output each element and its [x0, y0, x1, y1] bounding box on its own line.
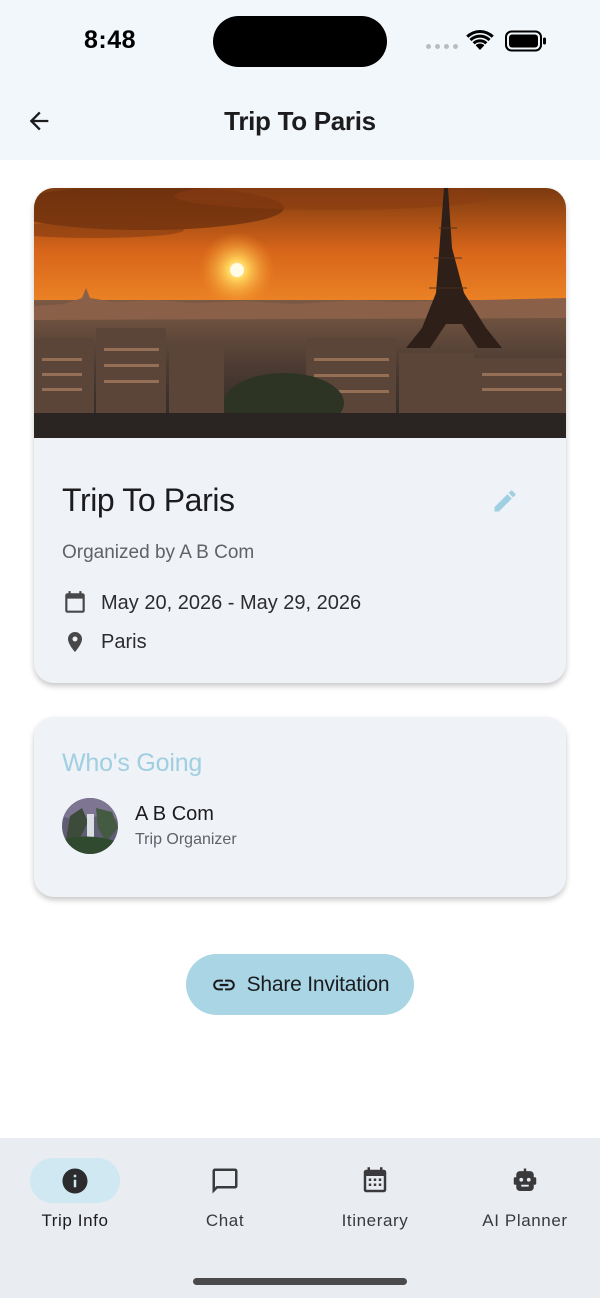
header-area: 8:48 Trip To Paris — [0, 0, 600, 160]
nav-label: Trip Info — [41, 1211, 109, 1230]
trip-dates: May 20, 2026 - May 29, 2026 — [101, 591, 362, 614]
trip-organizer: Organized by A B Com — [62, 542, 255, 563]
calendar-icon — [65, 591, 85, 613]
cellular-signal-icon — [426, 44, 458, 50]
app-bar: Trip To Paris — [0, 82, 600, 160]
trip-location: Paris — [101, 630, 147, 653]
trip-cover-image — [34, 188, 566, 438]
trip-card: Trip To Paris Organized by A B Com May 2… — [34, 188, 566, 683]
bottom-navigation: Trip Info Chat Itinerary AI Planner — [0, 1138, 600, 1298]
trip-dates-row: May 20, 2026 - May 29, 2026 — [62, 590, 361, 616]
robot-icon — [513, 1168, 537, 1191]
nav-label: Chat — [205, 1211, 245, 1230]
share-invitation-button[interactable]: Share Invitation — [186, 954, 414, 1015]
home-indicator[interactable] — [193, 1278, 407, 1285]
page-title: Trip To Paris — [224, 106, 376, 136]
location-pin-icon — [68, 632, 82, 652]
nav-label: Itinerary — [341, 1211, 409, 1230]
status-time: 8:48 — [84, 26, 137, 54]
trip-name: Trip To Paris — [62, 482, 235, 518]
nav-itinerary[interactable]: Itinerary — [300, 1158, 450, 1238]
trip-detail-screen: 8:48 Trip To Paris Trip To Paris Organiz… — [0, 0, 600, 1298]
nav-chat[interactable]: Chat — [150, 1158, 300, 1238]
avatar[interactable] — [62, 798, 118, 854]
trip-location-row: Paris — [62, 629, 147, 655]
edit-trip-button[interactable] — [489, 485, 521, 517]
avatar-image — [62, 798, 118, 854]
whos-going-card: Who's Going A B Com Trip Organizer — [34, 717, 566, 897]
battery-icon — [505, 30, 546, 52]
wifi-icon — [466, 29, 494, 50]
status-bar: 8:48 — [0, 0, 600, 82]
dynamic-island — [213, 16, 387, 67]
nav-trip-info[interactable]: Trip Info — [0, 1158, 150, 1238]
whos-going-title: Who's Going — [62, 749, 203, 777]
info-icon — [62, 1168, 88, 1194]
chat-icon — [212, 1168, 238, 1194]
member-role: Trip Organizer — [135, 831, 237, 848]
nav-ai-planner[interactable]: AI Planner — [450, 1158, 600, 1238]
calendar-icon — [363, 1167, 387, 1193]
member-name: A B Com — [135, 803, 214, 825]
share-invitation-label: Share Invitation — [246, 972, 390, 996]
pencil-icon — [494, 490, 516, 512]
link-icon — [212, 979, 235, 990]
nav-label: AI Planner — [482, 1211, 568, 1230]
